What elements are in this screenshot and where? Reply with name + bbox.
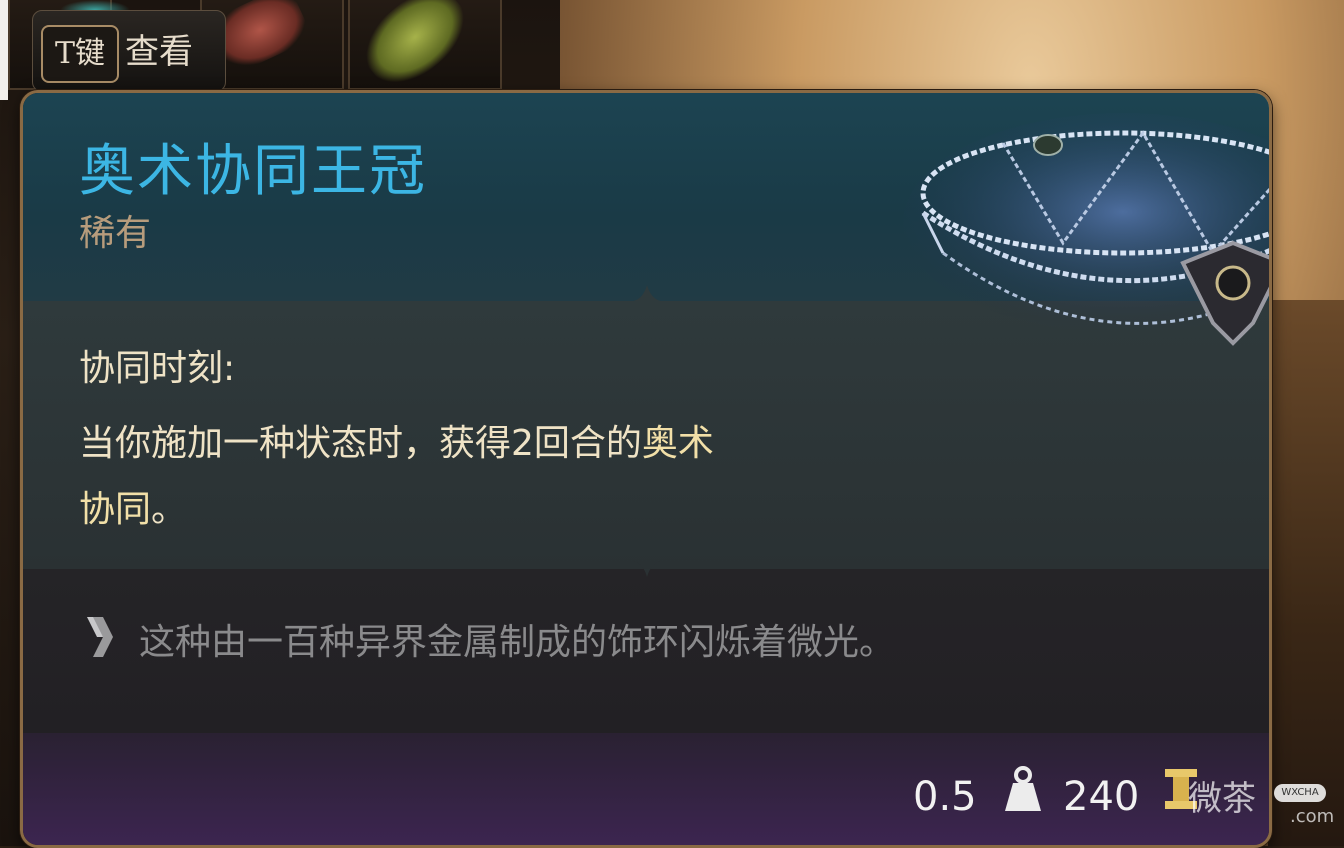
watermark-text: 微茶 — [1188, 779, 1256, 819]
item-description: 这种由一百种异界金属制成的饰环闪烁着微光。 — [139, 622, 896, 663]
item-tooltip: 奥术协同王冠 稀有 协同时刻: 当你施加一种状态时，获得2回合的奥术协同。 这种… — [20, 90, 1272, 848]
item-price: 240 — [1063, 774, 1140, 820]
lore-chevron-icon — [87, 617, 113, 657]
passive-name: 协同时刻: — [79, 348, 236, 389]
watermark-badge: WXCHA — [1274, 784, 1326, 802]
inspect-label: 查看 — [125, 32, 193, 72]
inspect-hint[interactable]: T键 查看 — [32, 10, 226, 92]
weight-icon — [1005, 766, 1041, 811]
watermark-domain: .com — [1290, 806, 1335, 827]
scene-edge — [1268, 300, 1344, 846]
item-name: 奥术协同王冠 — [79, 139, 427, 204]
window-edge — [0, 0, 8, 100]
passive-keyword-link[interactable]: 协同 — [79, 489, 151, 530]
crown-item-image — [903, 113, 1269, 346]
divider-notch — [633, 285, 661, 301]
item-rarity: 稀有 — [79, 213, 152, 254]
passive-description: 当你施加一种状态时，获得2回合的奥术协同。 — [79, 411, 939, 543]
item-weight: 0.5 — [913, 774, 977, 820]
divider-notch — [633, 561, 661, 577]
passive-text-part: 当你施加一种状态时，获得2回合的 — [79, 423, 642, 464]
keybind-badge: T键 — [41, 25, 119, 83]
passive-keyword-link[interactable]: 奥术 — [642, 423, 714, 464]
passive-text-part: 。 — [151, 489, 188, 530]
